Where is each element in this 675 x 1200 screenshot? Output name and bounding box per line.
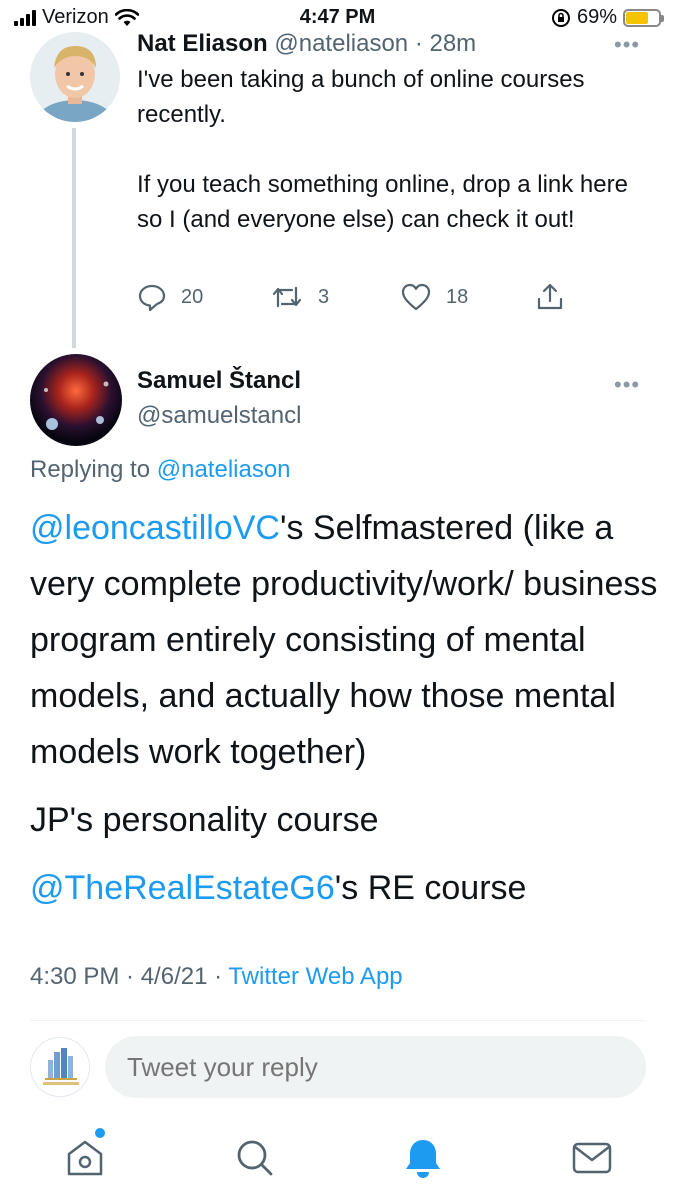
author-name[interactable]: Nat Eliason xyxy=(137,30,268,57)
battery-percent: 69% xyxy=(576,6,617,28)
tweet-paragraph: If you teach something online, drop a li… xyxy=(137,171,628,233)
share-button[interactable] xyxy=(535,282,565,312)
search-icon xyxy=(237,1140,273,1176)
reply-tweet-text: @leoncastilloVC's Selfmastered (like a v… xyxy=(30,500,660,928)
samuel-stancl-avatar[interactable] xyxy=(30,354,122,446)
reply-input[interactable] xyxy=(105,1036,646,1098)
thread-connector xyxy=(72,128,76,348)
more-options-icon[interactable]: ••• xyxy=(614,372,640,398)
mention-link[interactable]: @TheRealEstateG6 xyxy=(30,869,335,907)
retweet-count: 3 xyxy=(318,285,330,308)
orientation-lock-icon xyxy=(551,8,570,27)
battery-fill xyxy=(626,11,649,24)
mail-icon xyxy=(572,1142,612,1174)
share-icon xyxy=(537,283,563,310)
tab-notifications[interactable] xyxy=(401,1136,445,1180)
retweet-button[interactable]: 3 xyxy=(270,282,329,312)
reply-button[interactable]: 20 xyxy=(137,282,203,312)
tweet-actions: 20 3 18 xyxy=(137,282,577,316)
tweet-metadata: 4:30 PM · 4/6/21 · Twitter Web App xyxy=(30,963,403,991)
author-handle[interactable]: @nateliason xyxy=(274,30,408,57)
tweet-paragraph: @leoncastilloVC's Selfmastered (like a v… xyxy=(30,500,660,780)
parent-tweet-text: I've been taking a bunch of online cours… xyxy=(137,62,657,272)
tweet-paragraph: I've been taking a bunch of online cours… xyxy=(137,66,585,128)
divider xyxy=(30,1020,645,1021)
reply-count: 20 xyxy=(181,285,204,308)
tab-home[interactable] xyxy=(63,1128,107,1180)
like-count: 18 xyxy=(446,285,469,308)
replying-to-line: Replying to @nateliason xyxy=(30,456,291,484)
tweet-timestamp: 4:30 PM · 4/6/21 · xyxy=(30,963,229,990)
author-handle[interactable]: @samuelstancl xyxy=(137,402,301,430)
battery-icon xyxy=(623,8,664,27)
tweet-paragraph: JP's personality course xyxy=(30,801,379,839)
bell-icon xyxy=(406,1140,440,1178)
reply-icon xyxy=(138,284,166,312)
parent-tweet-header: Nat Eliason @nateliason · 28m xyxy=(137,30,476,58)
heart-icon xyxy=(401,283,431,311)
replying-label: Replying to xyxy=(30,456,151,483)
more-options-icon[interactable]: ••• xyxy=(614,32,640,58)
author-name[interactable]: Samuel Štancl xyxy=(137,367,301,395)
tab-search[interactable] xyxy=(233,1136,277,1180)
tweet-text: 's RE course xyxy=(334,869,527,907)
replying-handle-link[interactable]: @nateliason xyxy=(157,456,291,483)
current-user-avatar[interactable] xyxy=(30,1037,90,1097)
retweet-icon xyxy=(272,286,302,308)
like-button[interactable]: 18 xyxy=(400,282,468,312)
tweet-source-link[interactable]: Twitter Web App xyxy=(228,963,402,990)
bottom-tab-bar xyxy=(0,1118,675,1200)
mention-link[interactable]: @leoncastilloVC xyxy=(30,509,280,547)
status-right: 69% xyxy=(551,6,664,29)
tweet-paragraph: @TheRealEstateG6's RE course xyxy=(30,860,660,916)
tweet-text: 's Selfmastered (like a very complete pr… xyxy=(30,509,658,771)
home-icon xyxy=(67,1140,103,1176)
tab-messages[interactable] xyxy=(570,1136,614,1180)
tweet-age: · 28m xyxy=(414,30,477,57)
nat-eliason-avatar[interactable] xyxy=(30,32,120,122)
home-notification-dot xyxy=(95,1128,105,1138)
